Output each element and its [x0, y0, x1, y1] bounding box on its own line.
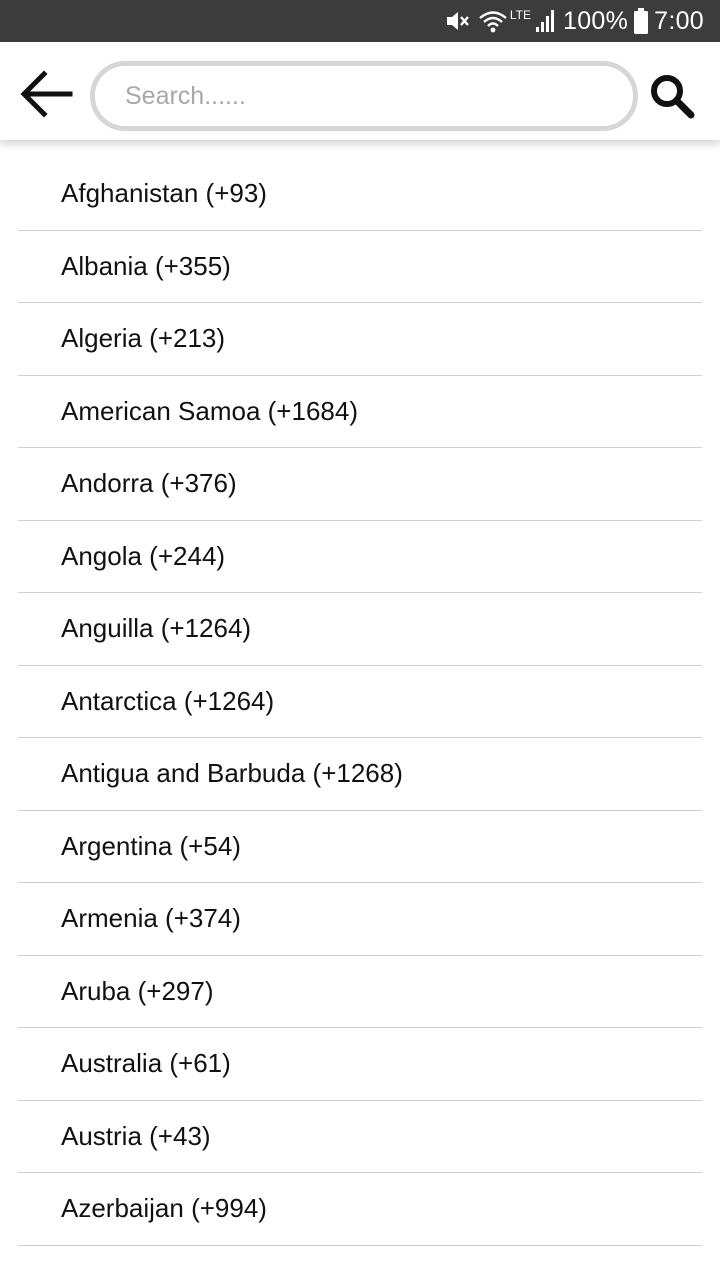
list-item[interactable]: American Samoa (+1684) [18, 376, 702, 448]
list-item[interactable]: Andorra (+376) [18, 448, 702, 521]
search-button[interactable] [644, 70, 700, 126]
search-app-bar [0, 42, 720, 140]
list-item[interactable]: Antigua and Barbuda (+1268) [18, 738, 702, 811]
wifi-icon [478, 8, 508, 34]
list-item[interactable]: Afghanistan (+93) [18, 158, 702, 231]
list-item[interactable]: Australia (+61) [18, 1028, 702, 1101]
list-item[interactable]: Aruba (+297) [18, 956, 702, 1028]
battery-percent: 100% [563, 6, 629, 35]
back-button[interactable] [14, 64, 78, 128]
list-item[interactable]: Azerbaijan (+994) [18, 1173, 702, 1246]
search-input[interactable] [123, 80, 633, 112]
lte-label: LTE [509, 8, 531, 22]
clock: 7:00 [654, 6, 704, 35]
search-icon [648, 72, 696, 125]
country-list: Afghanistan (+93) Albania (+355) Algeria… [18, 158, 702, 1246]
list-item[interactable]: Argentina (+54) [18, 811, 702, 883]
mute-icon [444, 8, 470, 34]
list-item[interactable]: Antarctica (+1264) [18, 666, 702, 738]
list-item[interactable]: Austria (+43) [18, 1101, 702, 1173]
back-arrow-icon [18, 66, 74, 127]
list-item[interactable]: Algeria (+213) [18, 303, 702, 376]
status-bar: LTE 100% 7:00 [0, 0, 720, 42]
signal-icon [535, 9, 557, 33]
list-item[interactable]: Anguilla (+1264) [18, 593, 702, 666]
search-field-container[interactable] [90, 61, 638, 131]
list-item[interactable]: Angola (+244) [18, 521, 702, 593]
list-item[interactable]: Armenia (+374) [18, 883, 702, 956]
list-item[interactable]: Albania (+355) [18, 231, 702, 303]
battery-icon [634, 8, 649, 34]
